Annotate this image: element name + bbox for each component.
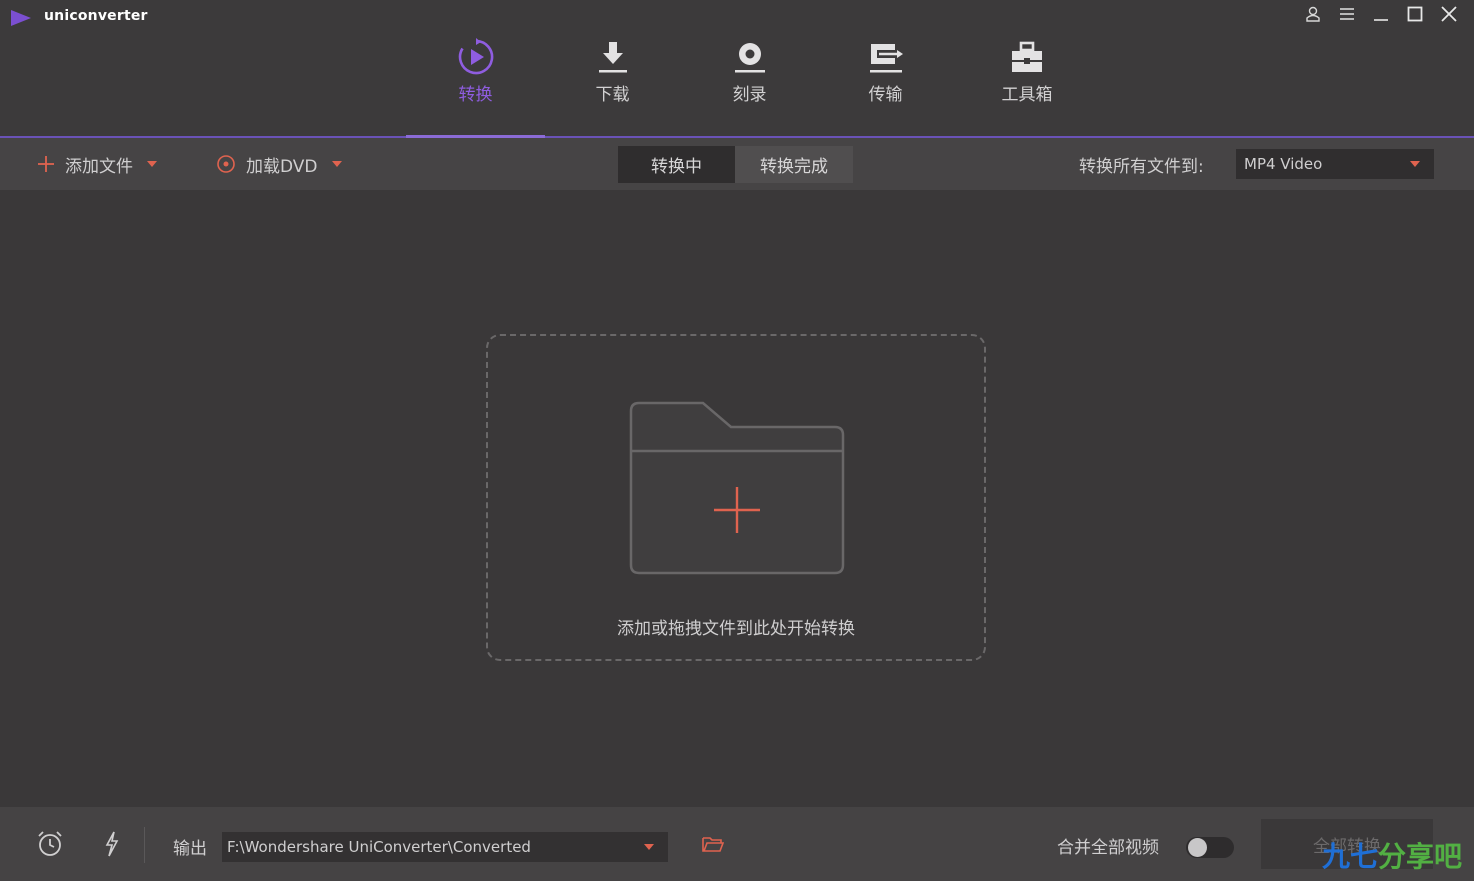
tab-label: 刻录 <box>732 85 767 105</box>
watermark: 九七 分享吧 <box>1322 835 1462 875</box>
output-path-select[interactable]: F:\Wondershare UniConverter\Converted <box>222 832 668 862</box>
lightning-icon <box>105 831 119 857</box>
user-icon[interactable] <box>1302 4 1324 24</box>
tab-label: 传输 <box>868 85 903 105</box>
tab-finished[interactable]: 转换完成 <box>735 146 853 183</box>
load-dvd-button[interactable]: 加载DVD <box>216 138 342 190</box>
close-icon[interactable] <box>1438 4 1460 24</box>
tab-burn[interactable]: 刻录 <box>680 38 819 136</box>
add-files-label: 添加文件 <box>65 156 133 177</box>
download-icon <box>597 38 629 76</box>
chevron-down-icon <box>1410 161 1420 167</box>
tab-label: 转换 <box>458 85 493 105</box>
app-logo-icon <box>11 10 31 26</box>
watermark-part2: 分享吧 <box>1378 840 1463 873</box>
burn-icon <box>733 38 767 76</box>
toolbox-icon <box>1010 38 1044 76</box>
merge-all-label: 合并全部视频 <box>1057 838 1159 858</box>
output-path-value: F:\Wondershare UniConverter\Converted <box>227 838 531 856</box>
bottom-bar: 输出 F:\Wondershare UniConverter\Converted… <box>0 807 1474 881</box>
chevron-down-icon <box>644 844 654 850</box>
menu-icon[interactable] <box>1336 4 1358 24</box>
tab-label: 下载 <box>595 85 630 105</box>
add-folder-icon <box>629 401 845 575</box>
file-drop-zone[interactable]: 添加或拖拽文件到此处开始转换 <box>486 334 986 661</box>
status-segment: 转换中 转换完成 <box>618 146 853 183</box>
tab-download[interactable]: 下载 <box>545 38 680 136</box>
main-nav: 转换 下载 刻录 传输 工具箱 <box>406 38 1102 136</box>
convert-icon <box>457 38 495 76</box>
output-format-value: MP4 Video <box>1244 155 1323 173</box>
toolbar: 添加文件 加载DVD 转换中 转换完成 转换所有文件到: MP4 Video <box>0 138 1474 190</box>
add-files-button[interactable]: 添加文件 <box>37 138 157 190</box>
transfer-icon <box>868 38 904 76</box>
schedule-button[interactable] <box>36 807 64 881</box>
tab-convert[interactable]: 转换 <box>406 38 545 136</box>
tab-converting[interactable]: 转换中 <box>618 146 735 183</box>
app-name: uniconverter <box>44 8 148 24</box>
title-bar: uniconverter 转换 下载 刻录 传输 工具箱 <box>0 0 1474 136</box>
merge-toggle[interactable] <box>1186 837 1234 858</box>
drop-hint: 添加或拖拽文件到此处开始转换 <box>617 619 855 639</box>
open-folder-button[interactable] <box>702 807 724 881</box>
divider <box>144 827 145 863</box>
plus-icon <box>38 156 54 172</box>
tab-toolbox[interactable]: 工具箱 <box>952 38 1102 136</box>
folder-open-icon <box>702 837 724 852</box>
window-controls <box>1302 4 1460 24</box>
minimize-icon[interactable] <box>1370 4 1392 24</box>
convert-all-to-label: 转换所有文件到: <box>1079 157 1204 177</box>
output-label: 输出 <box>173 839 207 859</box>
tab-transfer[interactable]: 传输 <box>819 38 952 136</box>
high-speed-button[interactable] <box>104 807 120 881</box>
chevron-down-icon <box>331 161 342 167</box>
disc-icon <box>217 155 235 173</box>
maximize-icon[interactable] <box>1404 4 1426 24</box>
load-dvd-label: 加载DVD <box>246 156 318 177</box>
watermark-part1: 九七 <box>1322 840 1379 873</box>
alarm-clock-icon <box>38 831 62 856</box>
chevron-down-icon <box>147 161 157 167</box>
tab-label: 工具箱 <box>1001 85 1053 105</box>
toggle-knob <box>1188 838 1207 857</box>
output-format-select[interactable]: MP4 Video <box>1236 149 1434 179</box>
